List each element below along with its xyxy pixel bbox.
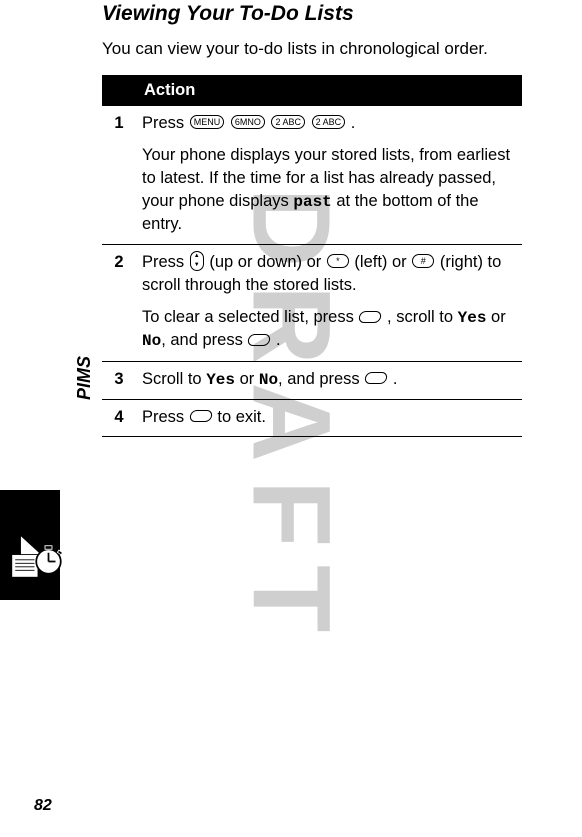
end-key-icon [189,410,213,422]
step-row-4: 4 Press to exit. [102,399,522,437]
no-code: No [142,332,161,350]
action-table: Action 1 Press MENU 6MNO 2 ABC 2 ABC . Y… [102,75,522,437]
text: (up or down) or [209,253,325,271]
page-content: Viewing Your To-Do Lists You can view yo… [0,0,582,437]
star-key-icon: * [327,254,349,268]
section-title: Viewing Your To-Do Lists [102,2,522,26]
step-text: Press MENU 6MNO 2 ABC 2 ABC . Your phone… [136,106,522,245]
text: , and press [161,331,247,349]
step-row-2: 2 Press (up or down) or * (left) or # (r… [102,244,522,361]
text: Press [142,408,189,426]
text: . [351,114,356,132]
step-row-3: 3 Scroll to Yes or No, and press . [102,361,522,399]
yes-code: Yes [458,309,487,327]
text: Press [142,253,189,271]
step-text: Press (up or down) or * (left) or # (rig… [136,244,522,361]
step-text: Press to exit. [136,399,522,437]
text: , and press [278,370,364,388]
step-text: Scroll to Yes or No, and press . [136,361,522,399]
action-header: Action [136,75,522,106]
text: (left) or [354,253,411,271]
text: . [276,331,281,349]
step-row-1: 1 Press MENU 6MNO 2 ABC 2 ABC . Your pho… [102,106,522,245]
two-key-icon: 2 ABC [271,115,305,129]
yes-code: Yes [206,371,235,389]
action-header-blank [102,75,136,106]
no-code: No [259,371,278,389]
menu-key-icon: MENU [190,115,225,129]
scroll-key-icon [190,251,204,271]
text: Press [142,114,189,132]
text: . [393,370,398,388]
step-number: 4 [102,399,136,437]
text: , scroll to [387,308,458,326]
softkey-icon [364,372,388,384]
six-key-icon: 6MNO [231,115,265,129]
text: To clear a selected list, press [142,308,358,326]
two-key-icon: 2 ABC [312,115,346,129]
hash-key-icon: # [412,254,434,268]
text: Scroll to [142,370,206,388]
past-code: past [293,193,331,211]
text: to exit. [217,408,266,426]
text: or [235,370,259,388]
step-number: 1 [102,106,136,245]
step-number: 2 [102,244,136,361]
text: or [486,308,505,326]
softkey-icon [247,334,271,346]
softkey-icon [358,311,382,323]
page-number: 82 [34,797,52,815]
intro-paragraph: You can view your to-do lists in chronol… [102,38,522,61]
pims-icon [10,530,66,586]
step-number: 3 [102,361,136,399]
